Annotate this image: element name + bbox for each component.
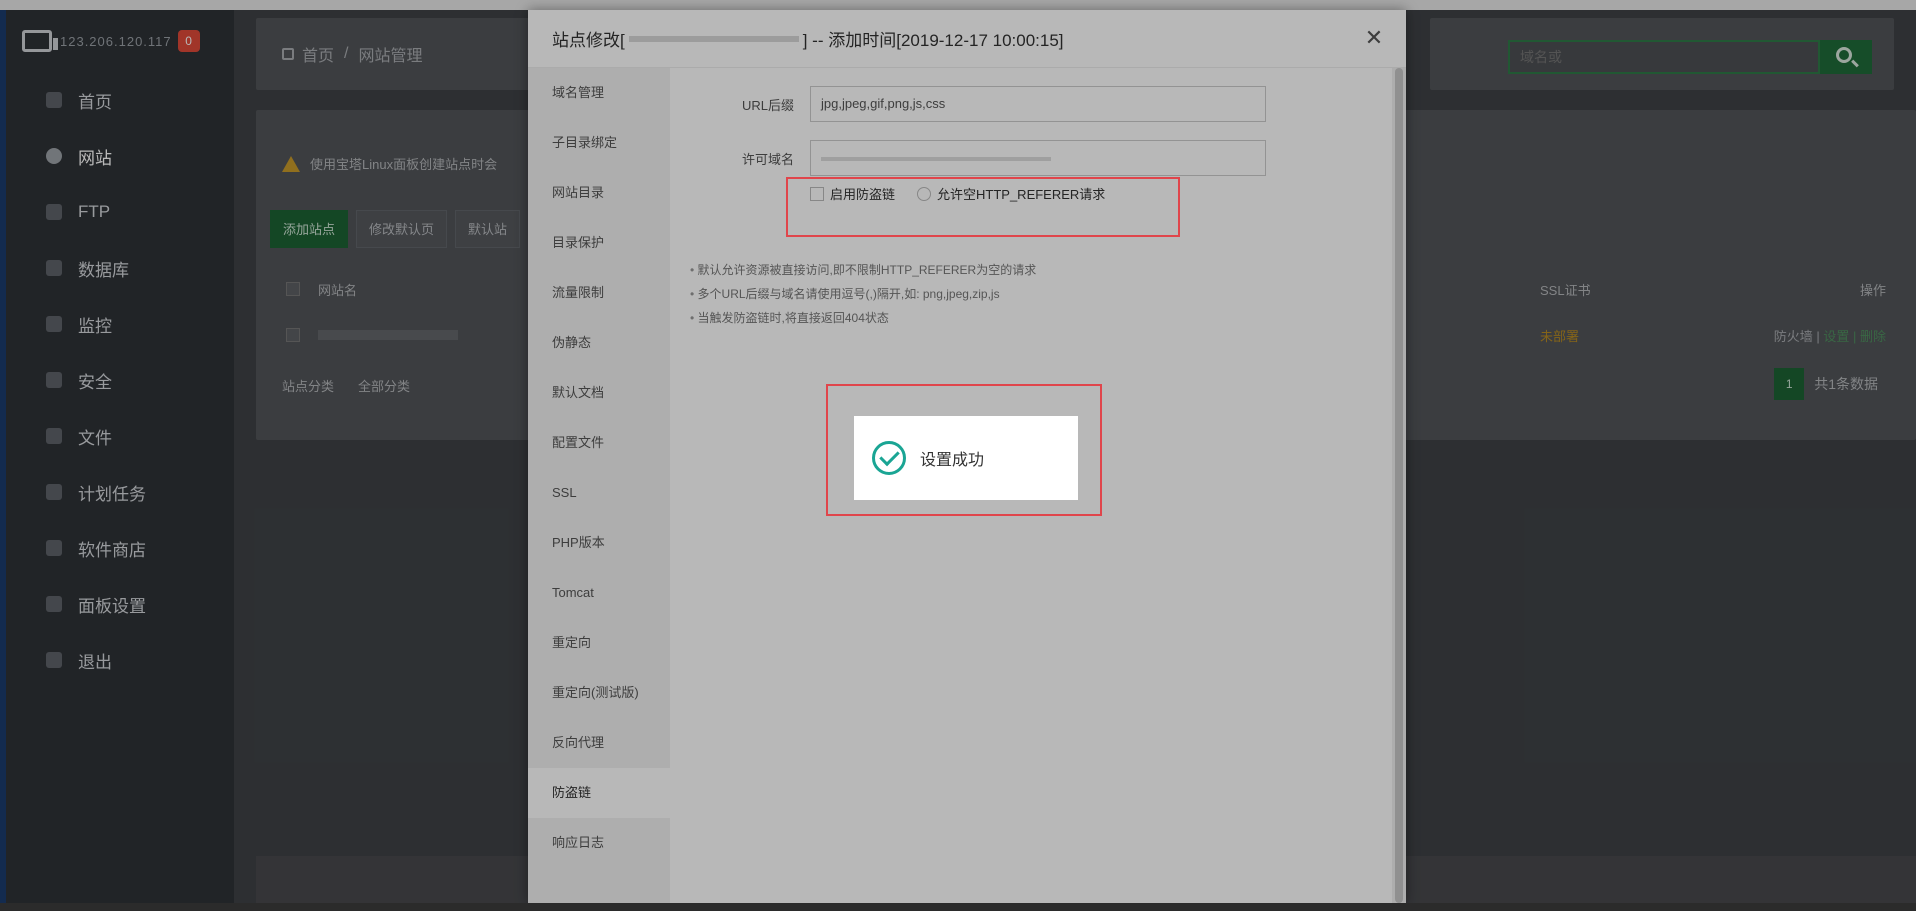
taskbar xyxy=(0,903,1916,911)
check-circle-icon xyxy=(872,441,906,475)
highlight-box-options xyxy=(786,177,1180,237)
toast-message: 设置成功 xyxy=(920,452,985,469)
success-toast: 设置成功 xyxy=(854,416,1078,500)
